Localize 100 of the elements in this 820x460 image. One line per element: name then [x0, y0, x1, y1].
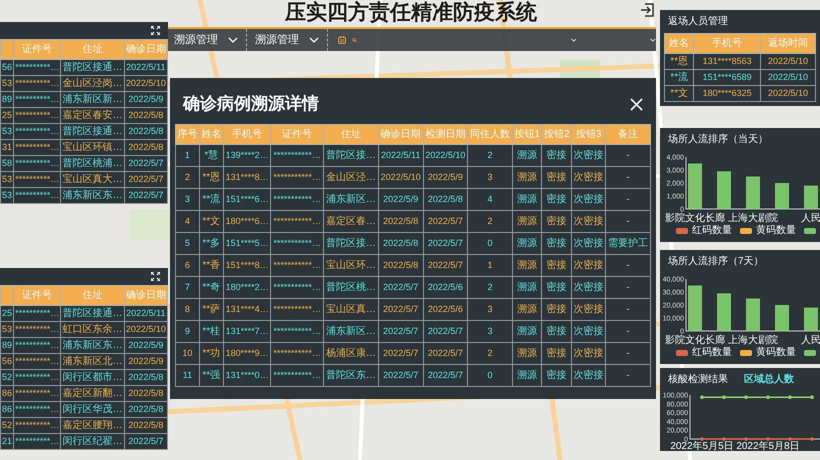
table-link[interactable]: 次密接	[572, 254, 606, 276]
table-cell: 2022/5/7	[378, 320, 424, 342]
table-link[interactable]: 溯源	[512, 232, 542, 254]
table-cell: **********…	[14, 306, 61, 322]
table-link[interactable]: 密接	[542, 364, 572, 386]
table-cell: 86	[0, 402, 14, 418]
table-link[interactable]: 溯源	[512, 298, 542, 320]
table-cell: 21	[0, 434, 14, 450]
modal-title: 确诊病例溯源详情	[183, 93, 319, 116]
table-link[interactable]: 次密接	[572, 210, 606, 232]
table-link[interactable]: 溯源	[512, 342, 542, 364]
table-link[interactable]: 溯源	[512, 210, 542, 232]
expand-icon[interactable]	[151, 26, 160, 35]
table-link[interactable]: 次密接	[572, 188, 606, 210]
table-cell: **恩	[199, 166, 224, 188]
table-cell: **功	[199, 342, 224, 364]
search-icon[interactable]	[352, 36, 357, 44]
table-cell: **********…	[14, 124, 61, 140]
table-link[interactable]: 溯源	[512, 276, 542, 298]
table-link[interactable]: 次密接	[572, 320, 606, 342]
table-cell: 53	[0, 76, 14, 92]
table-cell: -	[606, 210, 650, 232]
table-link[interactable]: 次密接	[572, 364, 606, 386]
caret-icon[interactable]	[309, 37, 319, 43]
table-cell: **恩	[664, 54, 694, 70]
table-cell: **********…	[14, 172, 61, 188]
table-cell: 2022/5/8	[124, 402, 168, 418]
table-link[interactable]: 密接	[542, 144, 572, 166]
table-cell: 31	[0, 140, 14, 156]
table-cell: 闵行区都市…	[60, 370, 124, 386]
table-link[interactable]: 密接	[542, 320, 572, 342]
table-cell: 2022/5/6	[423, 276, 468, 298]
table-cell: **********…	[14, 434, 61, 450]
table-link[interactable]: 次密接	[572, 166, 606, 188]
chart-title: 场所人流排序（7天）	[668, 254, 764, 269]
table-cell: 2	[468, 276, 512, 298]
table-cell: 89	[0, 92, 14, 108]
table-cell: **********…	[14, 322, 61, 338]
table-cell: 180****9…	[223, 342, 271, 364]
table-cell: 2	[468, 210, 512, 232]
table-link[interactable]: 溯源	[512, 188, 542, 210]
table-cell: **桂	[199, 320, 224, 342]
table-link[interactable]: 密接	[542, 342, 572, 364]
caret-icon[interactable]	[228, 37, 238, 43]
close-icon[interactable]	[630, 98, 643, 110]
table-cell: ***********…	[270, 298, 324, 320]
table-cell: ***********…	[270, 232, 324, 254]
table-cell: **********…	[14, 354, 61, 370]
table-link[interactable]: 次密接	[572, 232, 606, 254]
table-link[interactable]: 次密接	[572, 342, 606, 364]
table-link[interactable]: 密接	[542, 254, 572, 276]
axis-label: 上海大剧院	[728, 335, 778, 345]
table-cell: 2022/5/7	[124, 434, 168, 450]
table-link[interactable]: 溯源	[512, 364, 542, 386]
table-link[interactable]: 次密接	[572, 144, 606, 166]
menu-dropdown[interactable]: 溯源管理	[247, 29, 328, 51]
table-cell: 虹口区东余…	[60, 322, 124, 338]
column-header: 住址	[60, 40, 124, 60]
table-link[interactable]: 密接	[542, 276, 572, 298]
table-cell: 嘉定区春…	[323, 210, 378, 232]
table-cell: 2022/5/7	[124, 156, 168, 172]
table-cell: 2022/5/9	[378, 188, 424, 210]
table-link[interactable]: 溯源	[512, 254, 542, 276]
table-cell: **********…	[14, 338, 61, 354]
table-link[interactable]: 密接	[542, 298, 572, 320]
table-cell: -	[606, 320, 650, 342]
table-link[interactable]: 次密接	[572, 276, 606, 298]
table-cell: 金山区泾岗…	[60, 76, 124, 92]
column-header: 手机号	[223, 124, 271, 144]
table-cell: 4	[468, 188, 512, 210]
caret-icon[interactable]	[570, 37, 576, 43]
column-header: 证件号	[14, 286, 61, 306]
table-link[interactable]: 密接	[542, 210, 572, 232]
axis-label: 上海大剧院	[728, 213, 778, 223]
table-link[interactable]: 密接	[542, 188, 572, 210]
table-cell: **********…	[14, 140, 61, 156]
table-cell: 3	[468, 298, 512, 320]
table-cell: 2022/5/6	[423, 298, 468, 320]
table-link[interactable]: 密接	[542, 232, 572, 254]
table-cell: 2022/5/10	[124, 76, 168, 92]
table-cell: 浦东新区…	[323, 320, 378, 342]
table-cell: 3	[468, 320, 512, 342]
table-cell: ***********…	[270, 254, 324, 276]
table-link[interactable]: 密接	[542, 166, 572, 188]
table-cell: 180****6325	[694, 86, 760, 102]
table-cell: -	[606, 276, 650, 298]
table-link[interactable]: 溯源	[512, 166, 542, 188]
table-cell: **文	[199, 210, 224, 232]
table-link[interactable]: 溯源	[512, 144, 542, 166]
table-link[interactable]: 次密接	[572, 298, 606, 320]
table-link[interactable]: 溯源	[512, 320, 542, 342]
exit-icon[interactable]	[640, 3, 655, 17]
calendar-icon[interactable]	[338, 33, 346, 47]
table-cell: 2022/5/8	[378, 232, 424, 254]
table-cell: ***********…	[270, 166, 324, 188]
table-cell: 56	[0, 354, 14, 370]
table-cell: 89	[0, 338, 14, 354]
caret-icon[interactable]	[650, 37, 656, 43]
table-cell: ***********…	[270, 188, 324, 210]
expand-icon[interactable]	[151, 272, 160, 281]
